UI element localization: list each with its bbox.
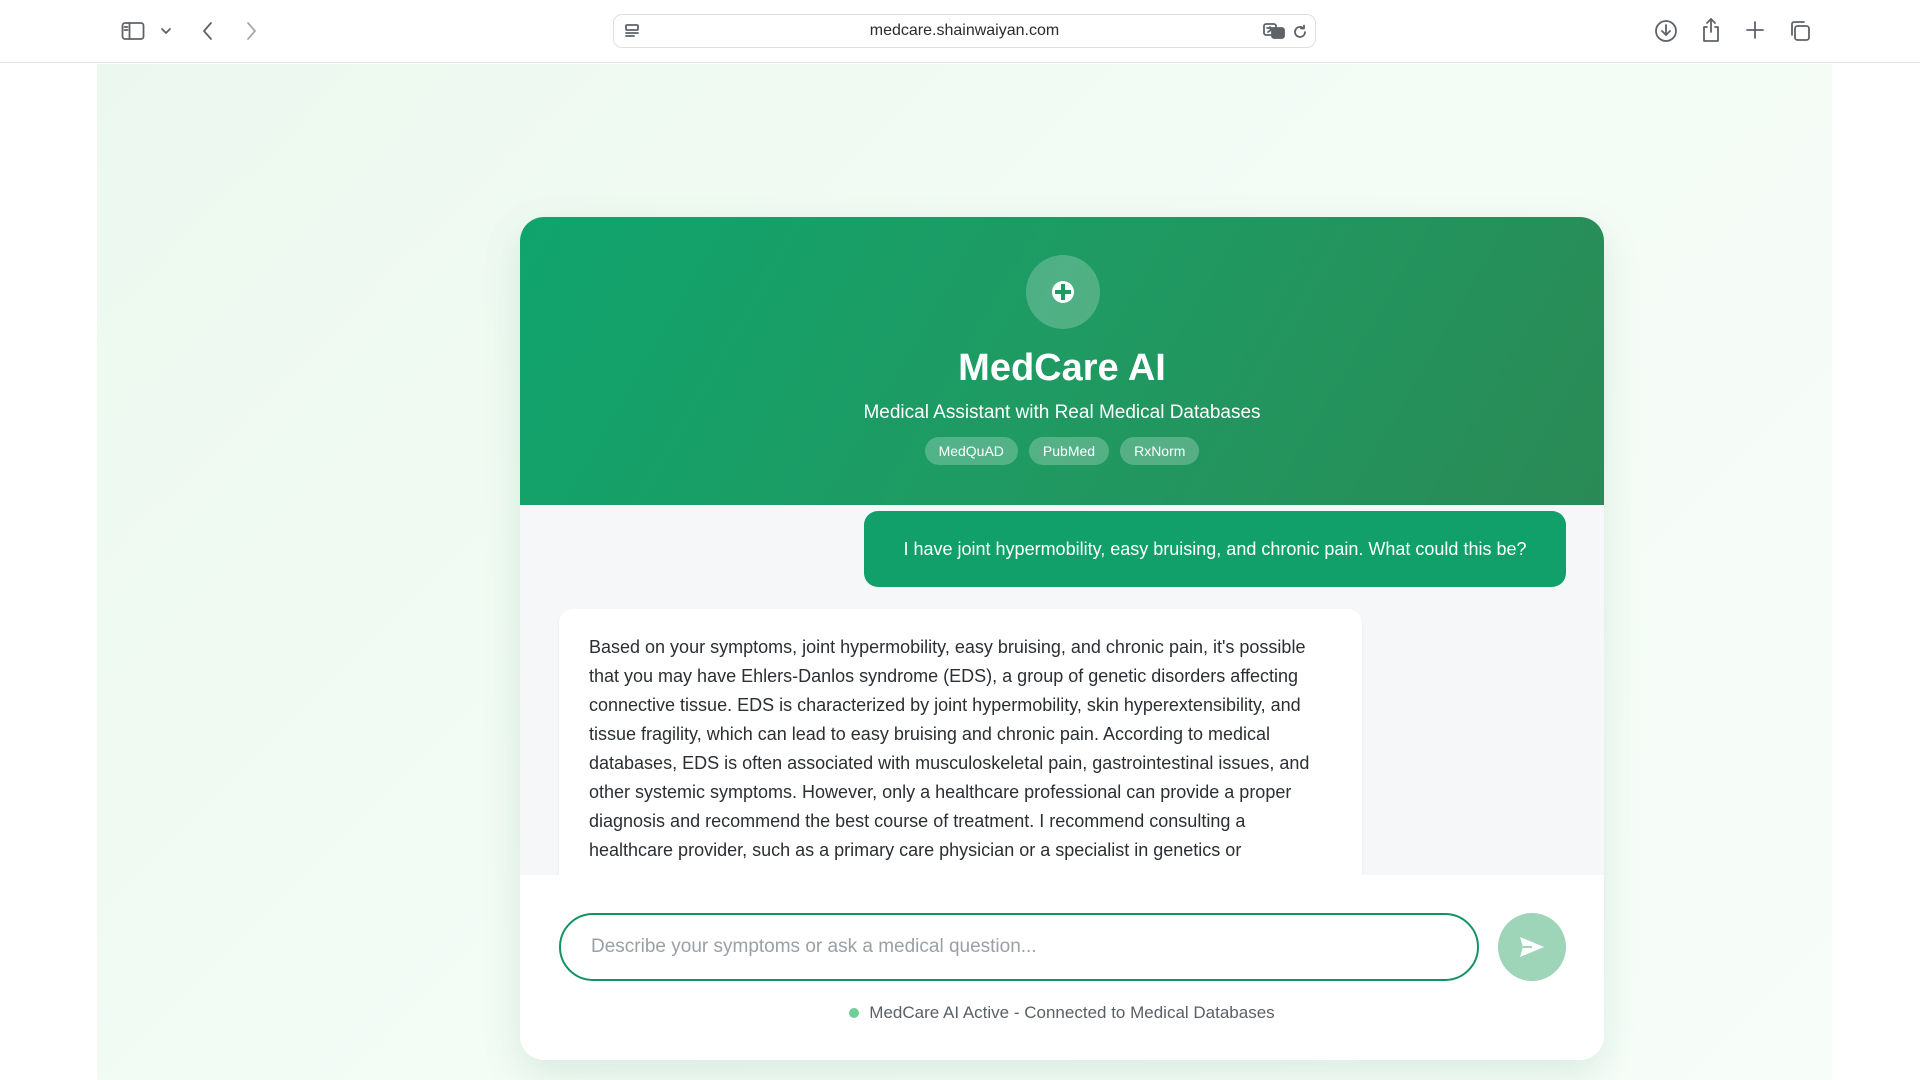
badge-pubmed: PubMed — [1028, 437, 1110, 465]
status-bar: MedCare AI Active - Connected to Medical… — [520, 1003, 1604, 1023]
message-input[interactable] — [591, 915, 1451, 978]
status-text: MedCare AI Active - Connected to Medical… — [869, 1003, 1275, 1022]
forward-icon[interactable] — [239, 18, 263, 44]
send-icon — [1520, 937, 1544, 957]
tabs-overview-icon[interactable] — [1786, 17, 1814, 45]
app-header: MedCare AI Medical Assistant with Real M… — [520, 217, 1604, 505]
browser-toolbar: medcare.shainwaiyan.com — [0, 0, 1920, 63]
app-subtitle: Medical Assistant with Real Medical Data… — [863, 402, 1261, 423]
message-input-wrapper[interactable] — [559, 913, 1479, 981]
page-viewport: MedCare AI Medical Assistant with Real M… — [97, 64, 1832, 1080]
sidebar-icon[interactable] — [120, 18, 146, 44]
badge-medquad: MedQuAD — [924, 437, 1018, 465]
app-title: MedCare AI — [958, 347, 1166, 389]
user-message: I have joint hypermobility, easy bruisin… — [864, 511, 1566, 587]
chat-card: MedCare AI Medical Assistant with Real M… — [520, 217, 1604, 1060]
address-bar[interactable]: medcare.shainwaiyan.com — [613, 14, 1316, 48]
database-badges: MedQuAD PubMed RxNorm — [520, 437, 1604, 465]
share-icon[interactable] — [1698, 15, 1724, 45]
send-button[interactable] — [1498, 913, 1566, 981]
download-icon[interactable] — [1652, 17, 1680, 45]
translate-icon[interactable] — [1262, 21, 1286, 41]
reload-icon[interactable] — [1290, 22, 1310, 42]
input-area: MedCare AI Active - Connected to Medical… — [520, 875, 1604, 1060]
status-dot — [849, 1008, 860, 1018]
medical-cross-icon — [1026, 255, 1100, 329]
chevron-down-icon[interactable] — [158, 22, 174, 40]
back-icon[interactable] — [196, 18, 220, 44]
new-tab-icon[interactable] — [1742, 17, 1768, 43]
badge-rxnorm: RxNorm — [1120, 437, 1200, 465]
url-text[interactable]: medcare.shainwaiyan.com — [614, 15, 1315, 47]
